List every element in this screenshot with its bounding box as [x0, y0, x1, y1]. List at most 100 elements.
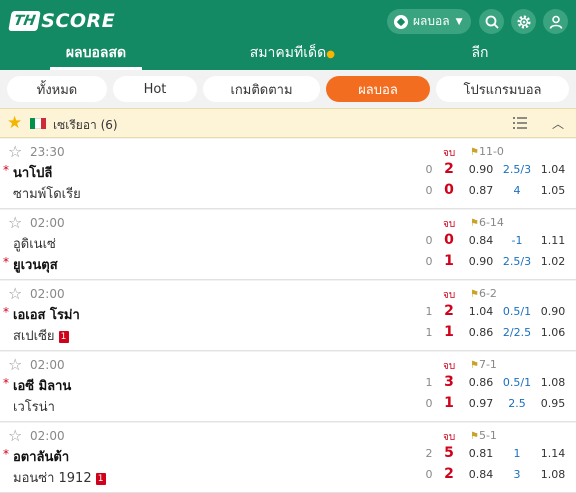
half-time-score: 0 [425, 255, 433, 268]
handicap-line[interactable]: 1 [500, 447, 534, 460]
half-time-score: 0 [425, 468, 433, 481]
star-filled-icon[interactable]: ★ [7, 115, 22, 132]
handicap-line[interactable]: 2.5/3 [500, 163, 534, 176]
star-outline-icon[interactable]: ☆ [8, 144, 22, 160]
settings-button[interactable] [511, 9, 536, 34]
odds-value[interactable]: 1.14 [538, 447, 568, 460]
odds-value[interactable]: 0.84 [466, 468, 496, 481]
corner-count: ⚑7-1 [470, 358, 497, 371]
match-row[interactable]: ☆ 02:00 จบ ⚑6-2 * เอเอส โรม่า 1 2 1.04 0… [0, 281, 576, 351]
odds-value[interactable]: 0.81 [466, 447, 496, 460]
handicap-line[interactable]: 0.5/1 [500, 305, 534, 318]
filter-hot[interactable]: Hot [113, 76, 197, 102]
odds-value[interactable]: 0.90 [466, 255, 496, 268]
handicap-line[interactable]: 0.5/1 [500, 376, 534, 389]
odds-value[interactable]: 0.86 [466, 376, 496, 389]
corner-count: ⚑11-0 [470, 145, 504, 158]
handicap-line[interactable]: 2.5 [500, 397, 534, 410]
league-header[interactable]: ★ เซเรียอา (6) ︿ [0, 108, 576, 138]
star-outline-icon[interactable]: ☆ [8, 215, 22, 231]
list-icon[interactable] [512, 115, 528, 131]
team-row-home: * นาโปลี 0 2 0.90 2.5/3 1.04 [0, 160, 576, 183]
full-time-score: 0 [444, 232, 454, 248]
handicap-line[interactable]: 4 [500, 184, 534, 197]
filter-all[interactable]: ทั้งหมด [7, 76, 107, 102]
winner-marker: * [3, 163, 9, 177]
team-name-home[interactable]: เอซี มิลาน [13, 375, 71, 396]
soccer-ball-icon [394, 14, 408, 29]
match-status: จบ [443, 148, 456, 159]
match-time: 02:00 [30, 358, 65, 372]
odds-value[interactable]: 1.08 [538, 468, 568, 481]
odds-value[interactable]: 0.84 [466, 234, 496, 247]
match-row[interactable]: ☆ 02:00 จบ ⚑7-1 * เอซี มิลาน 1 3 0.86 0.… [0, 352, 576, 422]
filter-results[interactable]: ผลบอล [326, 76, 430, 102]
team-name-away[interactable]: สเปเซีย 1 [13, 325, 69, 346]
team-row-away: สเปเซีย 1 1 1 0.86 2/2.5 1.06 [0, 323, 576, 346]
match-status: จบ [443, 219, 456, 230]
half-time-score: 0 [425, 234, 433, 247]
odds-value[interactable]: 1.04 [466, 305, 496, 318]
handicap-line[interactable]: 3 [500, 468, 534, 481]
corner-flag-icon: ⚑ [470, 147, 479, 158]
team-name-home[interactable]: เอเอส โรม่า [13, 304, 80, 325]
thscore-logo[interactable]: TH SCORE [8, 10, 115, 32]
odds-value[interactable]: 1.02 [538, 255, 568, 268]
team-row-home: * เอเอส โรม่า 1 2 1.04 0.5/1 0.90 [0, 302, 576, 325]
odds-value[interactable]: 0.86 [466, 326, 496, 339]
tab-leagues[interactable]: ลีก [384, 38, 576, 70]
odds-value[interactable]: 0.90 [466, 163, 496, 176]
team-row-away: เวโรน่า 0 1 0.97 2.5 0.95 [0, 394, 576, 417]
tab-live-scores[interactable]: ผลบอลสด [0, 38, 192, 70]
odds-value[interactable]: 1.06 [538, 326, 568, 339]
filter-followed[interactable]: เกมติดตาม [203, 76, 320, 102]
team-row-home: * เอซี มิลาน 1 3 0.86 0.5/1 1.08 [0, 373, 576, 396]
odds-value[interactable]: 0.97 [466, 397, 496, 410]
star-outline-icon[interactable]: ☆ [8, 428, 22, 444]
search-button[interactable] [479, 9, 504, 34]
match-row[interactable]: ☆ 02:00 จบ ⚑5-1 * อตาลันต้า 2 5 0.81 1 1… [0, 423, 576, 493]
full-time-score: 3 [444, 374, 454, 390]
team-name-home[interactable]: อตาลันต้า [13, 446, 69, 467]
half-time-score: 1 [425, 305, 433, 318]
odds-value[interactable]: 1.04 [538, 163, 568, 176]
match-row[interactable]: ☆ 23:30 จบ ⚑11-0 * นาโปลี 0 2 0.90 2.5/3… [0, 139, 576, 209]
odds-value[interactable]: 1.05 [538, 184, 568, 197]
user-icon [549, 15, 562, 29]
winner-marker: * [3, 305, 9, 319]
odds-value[interactable]: 0.90 [538, 305, 568, 318]
team-name-home[interactable]: อูดิเนเซ่ [13, 233, 56, 254]
odds-value[interactable]: 0.95 [538, 397, 568, 410]
league-name: เซเรียอา (6) [53, 118, 118, 132]
sport-selector[interactable]: ผลบอล ▼ [387, 9, 471, 34]
match-time: 02:00 [30, 287, 65, 301]
team-row-away: * ยูเวนตุส 0 1 0.90 2.5/3 1.02 [0, 252, 576, 275]
star-outline-icon[interactable]: ☆ [8, 357, 22, 373]
half-time-score: 0 [425, 397, 433, 410]
user-button[interactable] [543, 9, 568, 34]
italy-flag-icon [30, 118, 46, 129]
team-name-away[interactable]: มอนซ่า 1912 1 [13, 467, 106, 488]
match-status: จบ [443, 290, 456, 301]
hot-flame-icon: ● [326, 49, 335, 60]
tab-tips-association[interactable]: สมาคมทีเด็ด ● [192, 38, 384, 70]
match-row[interactable]: ☆ 02:00 จบ ⚑6-14 อูดิเนเซ่ 0 0 0.84 -1 1… [0, 210, 576, 280]
team-name-home[interactable]: นาโปลี [13, 162, 52, 183]
team-name-away[interactable]: เวโรน่า [13, 396, 55, 417]
star-outline-icon[interactable]: ☆ [8, 286, 22, 302]
team-name-away[interactable]: ซามพ์โดเรีย [13, 183, 81, 204]
corner-flag-icon: ⚑ [470, 360, 479, 371]
odds-value[interactable]: 0.87 [466, 184, 496, 197]
corner-flag-icon: ⚑ [470, 431, 479, 442]
chevron-up-icon[interactable]: ︿ [552, 115, 564, 132]
handicap-line[interactable]: 2.5/3 [500, 255, 534, 268]
main-nav: ผลบอลสด สมาคมทีเด็ด ● ลีก [0, 38, 576, 70]
winner-marker: * [3, 255, 9, 269]
handicap-line[interactable]: 2/2.5 [500, 326, 534, 339]
odds-value[interactable]: 1.11 [538, 234, 568, 247]
filter-schedule[interactable]: โปรแกรมบอล [436, 76, 569, 102]
team-name-away[interactable]: ยูเวนตุส [13, 254, 58, 275]
odds-value[interactable]: 1.08 [538, 376, 568, 389]
half-time-score: 2 [425, 447, 433, 460]
handicap-line[interactable]: -1 [500, 234, 534, 247]
